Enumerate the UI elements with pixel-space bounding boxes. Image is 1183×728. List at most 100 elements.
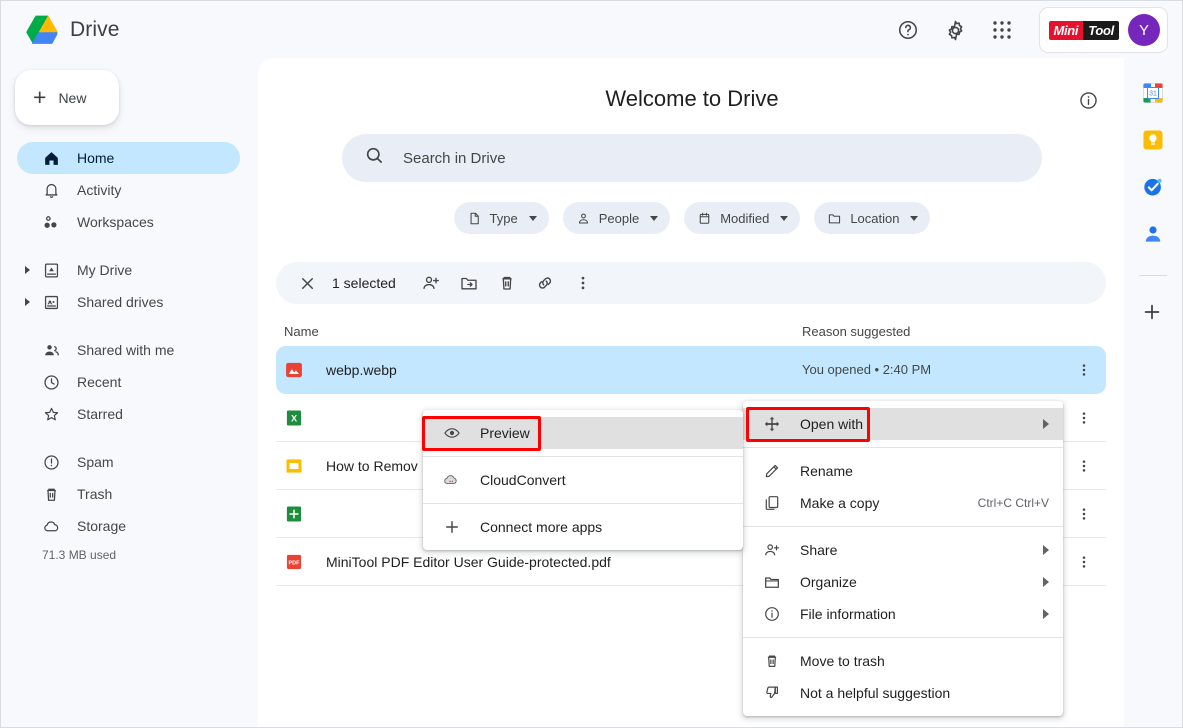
search-input[interactable]: Search in Drive — [403, 150, 506, 167]
new-button[interactable]: + New — [15, 70, 119, 125]
column-header-reason[interactable]: Reason suggested — [802, 324, 1098, 339]
google-contacts-icon[interactable] — [1141, 222, 1165, 246]
info-circle-icon[interactable] — [1078, 90, 1100, 112]
context-menu-item-open-with[interactable]: Open with — [743, 408, 1063, 440]
copy-icon — [762, 493, 782, 513]
submenu-item-cloudconvert[interactable]: CloudConvert — [423, 464, 743, 496]
svg-text:PDF: PDF — [289, 560, 301, 566]
context-menu-separator — [743, 637, 1063, 638]
context-menu-item-not-a-helpful-suggestion[interactable]: Not a helpful suggestion — [743, 677, 1063, 709]
sidebar-item-recent[interactable]: Recent — [17, 366, 240, 398]
filter-chip-type[interactable]: Type — [453, 202, 549, 234]
filter-chip-modified[interactable]: Modified — [684, 202, 801, 234]
table-row[interactable]: webp.webp You opened • 2:40 PM — [276, 346, 1106, 394]
context-menu-item-label: Rename — [800, 463, 853, 479]
sidebar-nav: Home Activity Workspaces My Drive Shared… — [1, 142, 258, 562]
help-circle-icon[interactable] — [895, 17, 921, 43]
minitool-logo-part1: Mini — [1049, 20, 1084, 40]
selection-count-label: 1 selected — [332, 275, 396, 291]
avatar[interactable]: Y — [1128, 14, 1160, 46]
right-side-panel: 31 — [1124, 59, 1182, 727]
filter-chip-people[interactable]: People — [562, 202, 671, 234]
person-icon — [578, 213, 588, 224]
trash-icon — [762, 651, 782, 671]
plus-icon[interactable] — [1141, 301, 1165, 325]
row-more-vertical-icon[interactable] — [1070, 410, 1098, 426]
sidebar-item-shared-with-me[interactable]: Shared with me — [17, 334, 240, 366]
context-menu-item-label: Move to trash — [800, 653, 885, 669]
folder-move-icon[interactable] — [450, 264, 488, 302]
sidebar-item-trash[interactable]: Trash — [17, 478, 240, 510]
submenu-separator — [423, 456, 743, 457]
row-more-vertical-icon[interactable] — [1070, 362, 1098, 378]
cloudconvert-icon — [442, 470, 462, 490]
gear-icon[interactable] — [942, 17, 968, 43]
apps-grid-icon[interactable] — [989, 17, 1015, 43]
search-bar[interactable]: Search in Drive — [342, 134, 1042, 182]
context-menu-item-label: Organize — [800, 574, 857, 590]
spam-icon — [41, 452, 61, 472]
sidebar-item-shared-drives[interactable]: Shared drives — [17, 286, 240, 318]
file-name-cell: PDF MiniTool PDF Editor User Guide-prote… — [284, 552, 802, 572]
chevron-down-icon — [910, 215, 919, 221]
file-reason: You opened • 2:40 PM — [802, 362, 932, 377]
row-more-vertical-icon[interactable] — [1070, 554, 1098, 570]
google-keep-icon[interactable] — [1141, 128, 1165, 152]
file-name: webp.webp — [326, 361, 397, 378]
sidebar-item-starred[interactable]: Starred — [17, 398, 240, 430]
row-more-vertical-icon[interactable] — [1070, 506, 1098, 522]
sidebar-item-spam[interactable]: Spam — [17, 446, 240, 478]
pdf-file-icon: PDF — [286, 554, 302, 569]
context-menu-item-share[interactable]: Share — [743, 534, 1063, 566]
submenu-separator — [423, 503, 743, 504]
sidebar-item-label: My Drive — [77, 262, 133, 278]
trash-icon — [41, 484, 61, 504]
eye-icon — [442, 423, 462, 443]
sidebar-item-my-drive[interactable]: My Drive — [17, 254, 240, 286]
submenu-item-connect-more-apps[interactable]: Connect more apps — [423, 511, 743, 543]
more-vertical-icon[interactable] — [564, 264, 602, 302]
context-menu-item-label: File information — [800, 606, 896, 622]
context-menu-item-move-to-trash[interactable]: Move to trash — [743, 645, 1063, 677]
context-menu-item-label: Open with — [800, 416, 864, 432]
svg-text:X: X — [291, 413, 298, 423]
row-more-vertical-icon[interactable] — [1070, 458, 1098, 474]
sidebar-item-label: Shared drives — [77, 294, 164, 310]
submenu-item-label: Connect more apps — [480, 519, 603, 535]
sidebar-item-home[interactable]: Home — [17, 142, 240, 174]
context-menu: Open with Rename Make a copy Ctrl+C Ctrl… — [743, 401, 1063, 716]
submenu-item-label: CloudConvert — [480, 472, 566, 488]
column-header-name[interactable]: Name — [284, 324, 802, 339]
account-pill[interactable]: Mini Tool Y — [1039, 7, 1168, 53]
submenu-item-label: Preview — [480, 425, 530, 441]
bell-icon — [41, 180, 61, 200]
context-menu-item-rename[interactable]: Rename — [743, 455, 1063, 487]
google-tasks-icon[interactable] — [1141, 175, 1165, 199]
chevron-right-icon[interactable] — [25, 266, 30, 274]
sidebar-item-label: Spam — [77, 454, 114, 470]
person-add-icon[interactable] — [412, 264, 450, 302]
sidebar-item-label: Recent — [77, 374, 122, 390]
link-icon[interactable] — [526, 264, 564, 302]
brand[interactable]: Drive — [23, 14, 120, 47]
submenu-item-preview[interactable]: Preview — [423, 417, 743, 449]
shared-drives-icon — [41, 292, 61, 312]
open-with-submenu: Preview CloudConvert Connect more apps — [423, 410, 743, 550]
sidebar-item-workspaces[interactable]: Workspaces — [17, 206, 240, 238]
filter-chip-location[interactable]: Location — [814, 202, 931, 234]
context-menu-item-file-information[interactable]: File information — [743, 598, 1063, 630]
context-menu-item-organize[interactable]: Organize — [743, 566, 1063, 598]
sidebar-item-activity[interactable]: Activity — [17, 174, 240, 206]
trash-icon[interactable] — [488, 264, 526, 302]
sidebar-item-storage[interactable]: Storage — [17, 510, 240, 542]
chevron-down-icon — [528, 215, 537, 221]
calendar-icon — [699, 212, 710, 224]
storage-used-label: 71.3 MB used — [42, 548, 117, 562]
close-icon[interactable] — [288, 264, 326, 302]
context-menu-item-make-a-copy[interactable]: Make a copy Ctrl+C Ctrl+V — [743, 487, 1063, 519]
cloud-icon — [41, 516, 61, 536]
chevron-right-icon[interactable] — [25, 298, 30, 306]
left-sidebar: + New Home Activity Workspaces My Drive … — [1, 59, 258, 727]
folder-icon — [829, 213, 841, 223]
google-calendar-icon[interactable]: 31 — [1141, 81, 1165, 105]
